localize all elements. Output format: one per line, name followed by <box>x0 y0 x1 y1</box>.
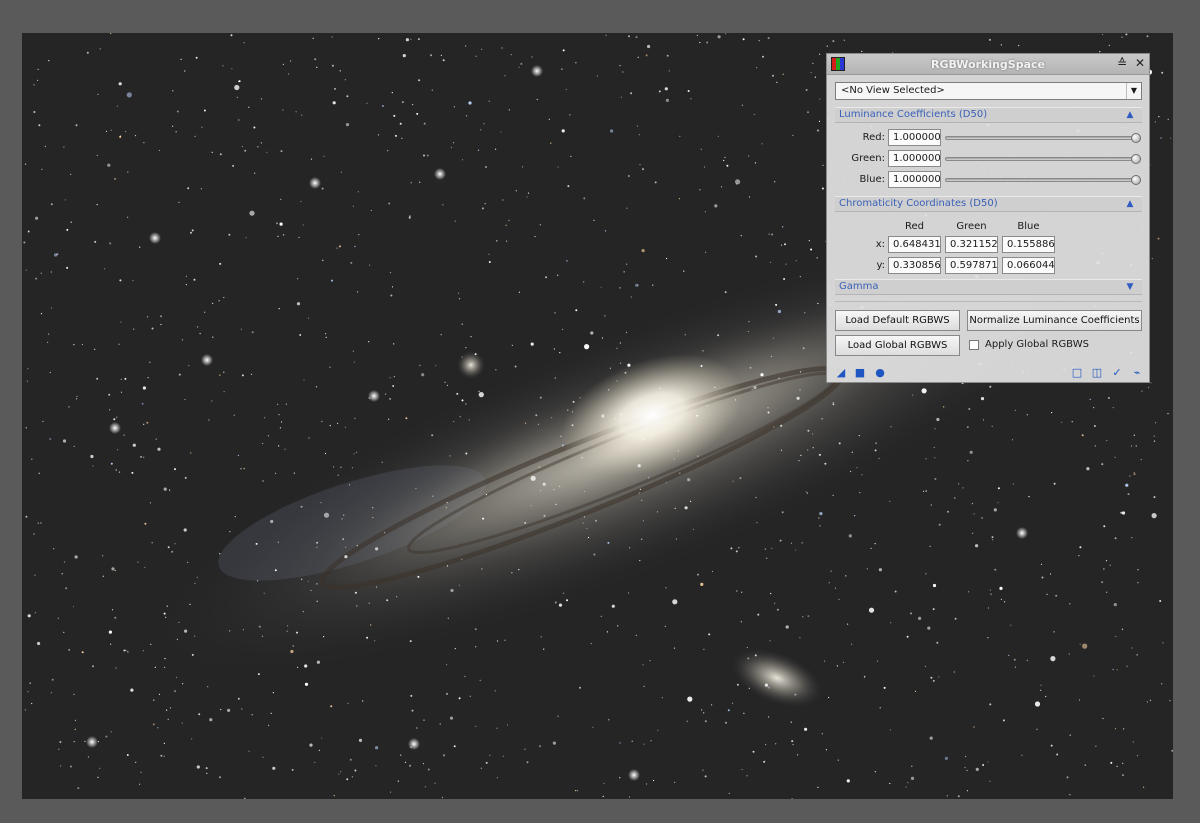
slider-handle-red[interactable] <box>1131 133 1141 143</box>
chevron-down-icon[interactable]: ▼ <box>1126 83 1141 99</box>
slider-handle-blue[interactable] <box>1131 175 1141 185</box>
blue-x-input[interactable]: 0.155886 <box>1002 236 1055 253</box>
red-coefficient-input[interactable]: 1.000000 <box>888 129 941 146</box>
execute-icon[interactable]: ● <box>874 367 886 379</box>
reset-icon[interactable]: ⌁ <box>1131 367 1143 379</box>
green-coefficient-input[interactable]: 1.000000 <box>888 150 941 167</box>
green-y-input[interactable]: 0.597871 <box>945 257 998 274</box>
column-header-green: Green <box>956 221 987 232</box>
view-selector-value: <No View Selected> <box>841 85 945 96</box>
red-y-input[interactable]: 0.330856 <box>888 257 941 274</box>
normalize-luminance-button[interactable]: Normalize Luminance Coefficients <box>967 310 1142 331</box>
view-selector-dropdown[interactable]: <No View Selected> ▼ <box>835 82 1142 100</box>
x-coordinate-label: x: <box>875 239 885 250</box>
chromaticity-section-title: Chromaticity Coordinates (D50) <box>839 198 998 209</box>
gamma-section-title: Gamma <box>839 281 879 292</box>
green-x-input[interactable]: 0.321152 <box>945 236 998 253</box>
y-coordinate-label: y: <box>876 260 885 271</box>
blue-coefficient-input[interactable]: 1.000000 <box>888 171 941 188</box>
blue-y-input[interactable]: 0.066044 <box>1002 257 1055 274</box>
collapse-section-icon[interactable]: ▲ <box>1124 108 1136 122</box>
close-icon[interactable]: ✕ <box>1133 56 1147 71</box>
load-default-rgbws-button[interactable]: Load Default RGBWS <box>835 310 960 331</box>
shade-icon[interactable]: ≙ <box>1115 56 1129 71</box>
apply-global-checkbox[interactable] <box>969 340 979 350</box>
green-coefficient-slider[interactable] <box>945 157 1141 161</box>
luminance-section-header[interactable]: Luminance Coefficients (D50) ▲ <box>835 107 1142 123</box>
green-coefficient-label: Green: <box>851 153 885 164</box>
section-divider <box>835 301 1142 302</box>
red-coefficient-label: Red: <box>862 132 885 143</box>
new-instance-icon[interactable]: ◢ <box>835 367 847 379</box>
blue-coefficient-label: Blue: <box>859 174 886 185</box>
red-x-input[interactable]: 0.648431 <box>888 236 941 253</box>
load-global-rgbws-button[interactable]: Load Global RGBWS <box>835 335 960 356</box>
apply-global-label: Apply Global RGBWS <box>985 339 1089 350</box>
blue-coefficient-slider[interactable] <box>945 178 1141 182</box>
chromaticity-section-header[interactable]: Chromaticity Coordinates (D50) ▲ <box>835 196 1142 212</box>
apply-icon[interactable]: ✓ <box>1111 367 1123 379</box>
slider-handle-green[interactable] <box>1131 154 1141 164</box>
red-coefficient-slider[interactable] <box>945 136 1141 140</box>
collapse-section-icon[interactable]: ▲ <box>1124 197 1136 211</box>
column-header-red: Red <box>905 221 924 232</box>
luminance-section-title: Luminance Coefficients (D50) <box>839 109 988 120</box>
dialog-titlebar[interactable]: RGBWorkingSpace ≙ ✕ <box>827 54 1149 75</box>
browse-documentation-icon[interactable]: □ <box>1071 367 1083 379</box>
dialog-title: RGBWorkingSpace <box>931 58 1045 71</box>
apply-global-icon[interactable]: ■ <box>854 367 866 379</box>
preferences-icon[interactable]: ◫ <box>1091 367 1103 379</box>
expand-section-icon[interactable]: ▼ <box>1124 280 1136 294</box>
rgb-working-space-dialog: RGBWorkingSpace ≙ ✕ <No View Selected> ▼… <box>826 53 1150 383</box>
gamma-section-header[interactable]: Gamma ▼ <box>835 279 1142 295</box>
column-header-blue: Blue <box>1017 221 1040 232</box>
